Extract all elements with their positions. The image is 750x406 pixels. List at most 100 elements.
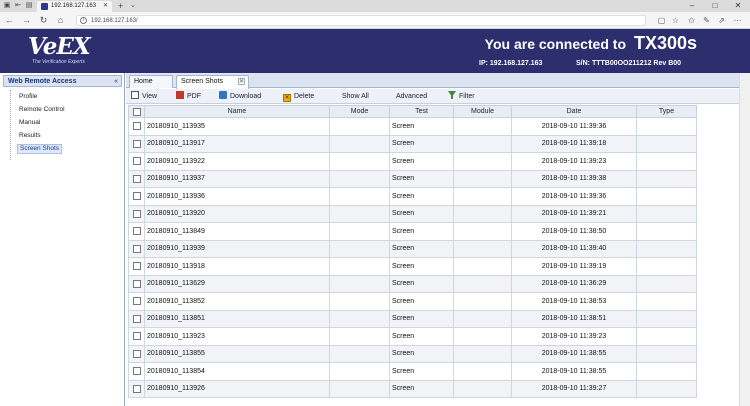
close-window-icon[interactable]: ✕ — [728, 1, 748, 11]
row-checkbox-cell[interactable] — [128, 222, 145, 241]
row-checkbox-cell[interactable] — [128, 344, 145, 363]
row-checkbox-cell[interactable] — [128, 117, 145, 136]
share-icon[interactable]: ⇗ — [716, 15, 727, 26]
column-header-mode[interactable]: Mode — [329, 105, 390, 118]
column-header-date[interactable]: Date — [511, 105, 637, 118]
row-checkbox[interactable] — [132, 262, 141, 271]
collapse-sidebar-icon[interactable]: « — [114, 76, 118, 87]
show-all-button[interactable]: Show All — [342, 89, 369, 104]
row-checkbox-cell[interactable] — [128, 239, 145, 258]
table-row[interactable]: 20180910_113935 Screen 2018-09-10 11:39:36 — [128, 117, 697, 136]
row-checkbox-cell[interactable] — [128, 327, 145, 346]
site-info-icon[interactable]: i — [80, 17, 87, 24]
sidebar-item-profile[interactable]: Profile — [17, 92, 39, 102]
row-checkbox[interactable] — [132, 244, 141, 253]
close-tab-icon[interactable]: ✕ — [103, 2, 108, 11]
tab-home[interactable]: Home — [129, 75, 173, 88]
view-button[interactable]: View — [131, 89, 157, 104]
table-row[interactable]: 20180910_113939 Screen 2018-09-10 11:39:40 — [128, 239, 697, 258]
minimize-icon[interactable]: – — [682, 1, 702, 11]
row-checkbox-cell[interactable] — [128, 257, 145, 276]
tab-list-dropdown-icon[interactable]: ⌄ — [130, 1, 136, 11]
sidebar-item-remote-control[interactable]: Remote Control — [17, 105, 67, 115]
reading-view-icon[interactable]: ▢ — [656, 15, 667, 26]
device-ip: IP: 192.168.127.163 — [479, 60, 543, 67]
favorites-hub-icon[interactable]: ✩ — [686, 15, 697, 26]
row-checkbox[interactable] — [132, 227, 141, 236]
row-checkbox-cell[interactable] — [128, 187, 145, 206]
column-header-module[interactable]: Module — [453, 105, 512, 118]
table-row[interactable]: 20180910_113923 Screen 2018-09-10 11:39:23 — [128, 327, 697, 346]
table-row[interactable]: 20180910_113855 Screen 2018-09-10 11:38:55 — [128, 344, 697, 363]
row-checkbox-cell[interactable] — [128, 204, 145, 223]
select-all-checkbox[interactable] — [128, 105, 145, 118]
row-checkbox-cell[interactable] — [128, 292, 145, 311]
row-checkbox[interactable] — [132, 314, 141, 323]
row-checkbox[interactable] — [132, 192, 141, 201]
sidebar-item-screen-shots[interactable]: Screen Shots — [17, 144, 63, 154]
advanced-button[interactable]: Advanced — [396, 89, 427, 104]
row-checkbox[interactable] — [132, 297, 141, 306]
row-checkbox[interactable] — [132, 279, 141, 288]
maximize-icon[interactable]: □ — [705, 1, 725, 11]
close-tab-icon[interactable]: ✕ — [238, 78, 245, 85]
row-checkbox-cell[interactable] — [128, 134, 145, 153]
table-row[interactable]: 20180910_113629 Screen 2018-09-10 11:36:29 — [128, 274, 697, 293]
browser-tab[interactable]: 192.168.127.163 ✕ — [37, 1, 112, 12]
row-checkbox[interactable] — [132, 174, 141, 183]
pdf-button[interactable]: PDF — [176, 89, 201, 104]
table-row[interactable]: 20180910_113854 Screen 2018-09-10 11:38:55 — [128, 362, 697, 381]
row-checkbox[interactable] — [132, 367, 141, 376]
row-checkbox[interactable] — [132, 122, 141, 131]
filter-button[interactable]: Filter — [448, 89, 475, 104]
row-checkbox-cell[interactable] — [128, 152, 145, 171]
row-checkbox[interactable] — [132, 157, 141, 166]
refresh-icon[interactable]: ↻ — [38, 15, 49, 26]
more-menu-icon[interactable]: ⋯ — [732, 15, 743, 26]
download-button[interactable]: Download — [219, 89, 261, 104]
table-row[interactable]: 20180910_113920 Screen 2018-09-10 11:39:21 — [128, 204, 697, 223]
table-row[interactable]: 20180910_113852 Screen 2018-09-10 11:38:53 — [128, 292, 697, 311]
row-checkbox[interactable] — [132, 209, 141, 218]
table-row[interactable]: 20180910_113917 Screen 2018-09-10 11:39:18 — [128, 134, 697, 153]
tab-screen-shots[interactable]: Screen Shots ✕ — [176, 75, 249, 89]
favorite-star-icon[interactable]: ☆ — [670, 15, 681, 26]
delete-button[interactable]: ✕ Delete — [283, 89, 314, 104]
row-checkbox[interactable] — [132, 384, 141, 393]
forward-arrow-icon[interactable]: → — [21, 15, 32, 26]
row-checkbox-cell[interactable] — [128, 309, 145, 328]
table-row[interactable]: 20180910_113851 Screen 2018-09-10 11:38:51 — [128, 309, 697, 328]
row-checkbox-cell[interactable] — [128, 169, 145, 188]
column-header-name[interactable]: Name — [144, 105, 330, 118]
new-tab-button[interactable]: + — [118, 1, 123, 11]
row-checkbox-cell[interactable] — [128, 274, 145, 293]
row-checkbox[interactable] — [132, 332, 141, 341]
row-checkbox-cell[interactable] — [128, 379, 145, 398]
checkbox[interactable] — [132, 107, 141, 116]
page-scrollbar[interactable] — [739, 73, 750, 406]
cell-date: 2018-09-10 11:38:55 — [511, 344, 637, 363]
url-input[interactable]: i 192.168.127.163/ — [76, 15, 646, 26]
row-checkbox[interactable] — [132, 139, 141, 148]
window-menu-icon[interactable]: ▣ — [3, 2, 11, 10]
sidebar-item-manual[interactable]: Manual — [17, 118, 42, 128]
home-icon[interactable]: ⌂ — [55, 15, 66, 26]
table-row[interactable]: 20180910_113936 Screen 2018-09-10 11:39:36 — [128, 187, 697, 206]
table-row[interactable]: 20180910_113926 Screen 2018-09-10 11:39:27 — [128, 379, 697, 398]
sidebar-item-results[interactable]: Results — [17, 131, 43, 141]
back-arrow-icon[interactable]: ← — [4, 15, 15, 26]
table-row[interactable]: 20180910_113922 Screen 2018-09-10 11:39:23 — [128, 152, 697, 171]
cell-type — [636, 362, 697, 381]
row-checkbox-cell[interactable] — [128, 362, 145, 381]
table-row[interactable]: 20180910_113918 Screen 2018-09-10 11:39:19 — [128, 257, 697, 276]
tab-actions-icon[interactable]: ▤ — [25, 2, 33, 10]
back-history-icon[interactable]: ⇤ — [14, 2, 22, 10]
column-header-test[interactable]: Test — [389, 105, 454, 118]
cell-module — [453, 379, 512, 398]
table-row[interactable]: 20180910_113849 Screen 2018-09-10 11:38:50 — [128, 222, 697, 241]
notes-icon[interactable]: ✎ — [701, 15, 712, 26]
row-checkbox[interactable] — [132, 349, 141, 358]
column-header-type[interactable]: Type — [636, 105, 697, 118]
cell-module — [453, 169, 512, 188]
table-row[interactable]: 20180910_113937 Screen 2018-09-10 11:39:38 — [128, 169, 697, 188]
